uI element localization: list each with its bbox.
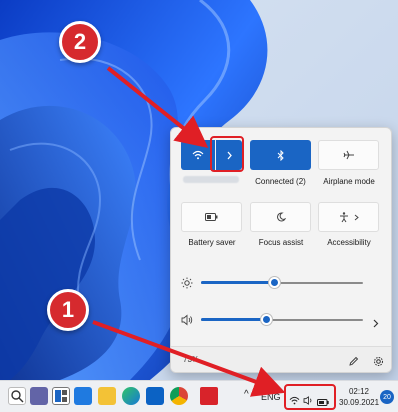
battery-saver-label: Battery saver [188, 238, 236, 247]
airplane-icon [343, 150, 355, 160]
accessibility-label: Accessibility [327, 238, 371, 247]
quick-settings-footer: 73% [171, 346, 391, 372]
pdf-app-icon[interactable] [200, 387, 218, 405]
wifi-icon [192, 150, 204, 160]
sun-icon [181, 276, 193, 289]
volume-fill [201, 318, 266, 321]
step-1-badge: 1 [47, 289, 89, 331]
chevron-right-icon[interactable] [373, 315, 379, 333]
volume-slider[interactable] [171, 313, 391, 328]
gear-icon[interactable] [373, 354, 384, 372]
clock-date: 30.09.2021 [339, 398, 380, 407]
brightness-fill [201, 281, 274, 284]
tray-overflow-button[interactable]: ^ [244, 389, 249, 400]
accessibility-tile[interactable] [318, 202, 379, 232]
speaker-icon [181, 313, 193, 326]
battery-saver-icon [205, 213, 218, 221]
battery-saver-tile[interactable] [181, 202, 242, 232]
bluetooth-tile[interactable] [250, 140, 311, 170]
store-icon[interactable] [146, 387, 164, 405]
brightness-slider[interactable] [171, 276, 391, 290]
highlight-tray-icons [284, 384, 336, 410]
chrome-icon[interactable] [170, 387, 188, 405]
quick-settings-panel: Connected (2) Airplane mode Battery save… [170, 127, 392, 373]
airplane-mode-label: Airplane mode [323, 177, 375, 186]
teams-icon[interactable] [30, 387, 48, 405]
widgets-icon[interactable] [74, 387, 92, 405]
taskbar: ^ ENG 02:12 30.09.2021 20 [0, 380, 398, 412]
wifi-network-name [183, 176, 239, 183]
airplane-mode-tile[interactable] [318, 140, 379, 170]
bluetooth-icon [277, 149, 285, 161]
snap-layout-icon[interactable] [52, 387, 70, 405]
focus-assist-label: Focus assist [258, 238, 304, 247]
language-indicator[interactable]: ENG [261, 392, 281, 402]
focus-assist-tile[interactable] [250, 202, 311, 232]
search-app-icon[interactable] [8, 387, 26, 405]
battery-percentage: 73% [183, 355, 200, 364]
explorer-icon[interactable] [98, 387, 116, 405]
volume-thumb[interactable] [260, 314, 272, 325]
pencil-icon[interactable] [348, 354, 359, 372]
accessibility-icon [339, 211, 349, 223]
highlight-wifi-expand [210, 136, 244, 172]
system-clock[interactable]: 02:12 30.09.2021 [339, 386, 379, 408]
moon-icon [276, 212, 286, 222]
brightness-thumb[interactable] [268, 277, 280, 288]
step-2-badge: 2 [59, 21, 101, 63]
edge-icon[interactable] [122, 387, 140, 405]
chevron-right-icon [354, 214, 359, 221]
clock-time: 02:12 [348, 387, 370, 396]
notification-badge[interactable]: 20 [380, 390, 394, 404]
bluetooth-label: Connected (2) [255, 177, 306, 186]
